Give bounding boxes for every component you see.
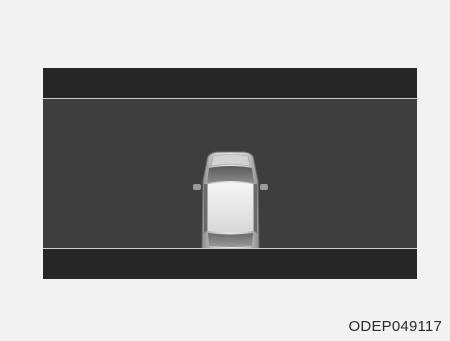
display-main-area — [43, 99, 417, 270]
instrument-cluster-display — [43, 68, 417, 279]
display-bottom-bar — [43, 249, 417, 279]
page: ODEP049117 — [0, 0, 450, 341]
figure-code-label: ODEP049117 — [348, 318, 442, 335]
display-top-bar — [43, 68, 417, 98]
